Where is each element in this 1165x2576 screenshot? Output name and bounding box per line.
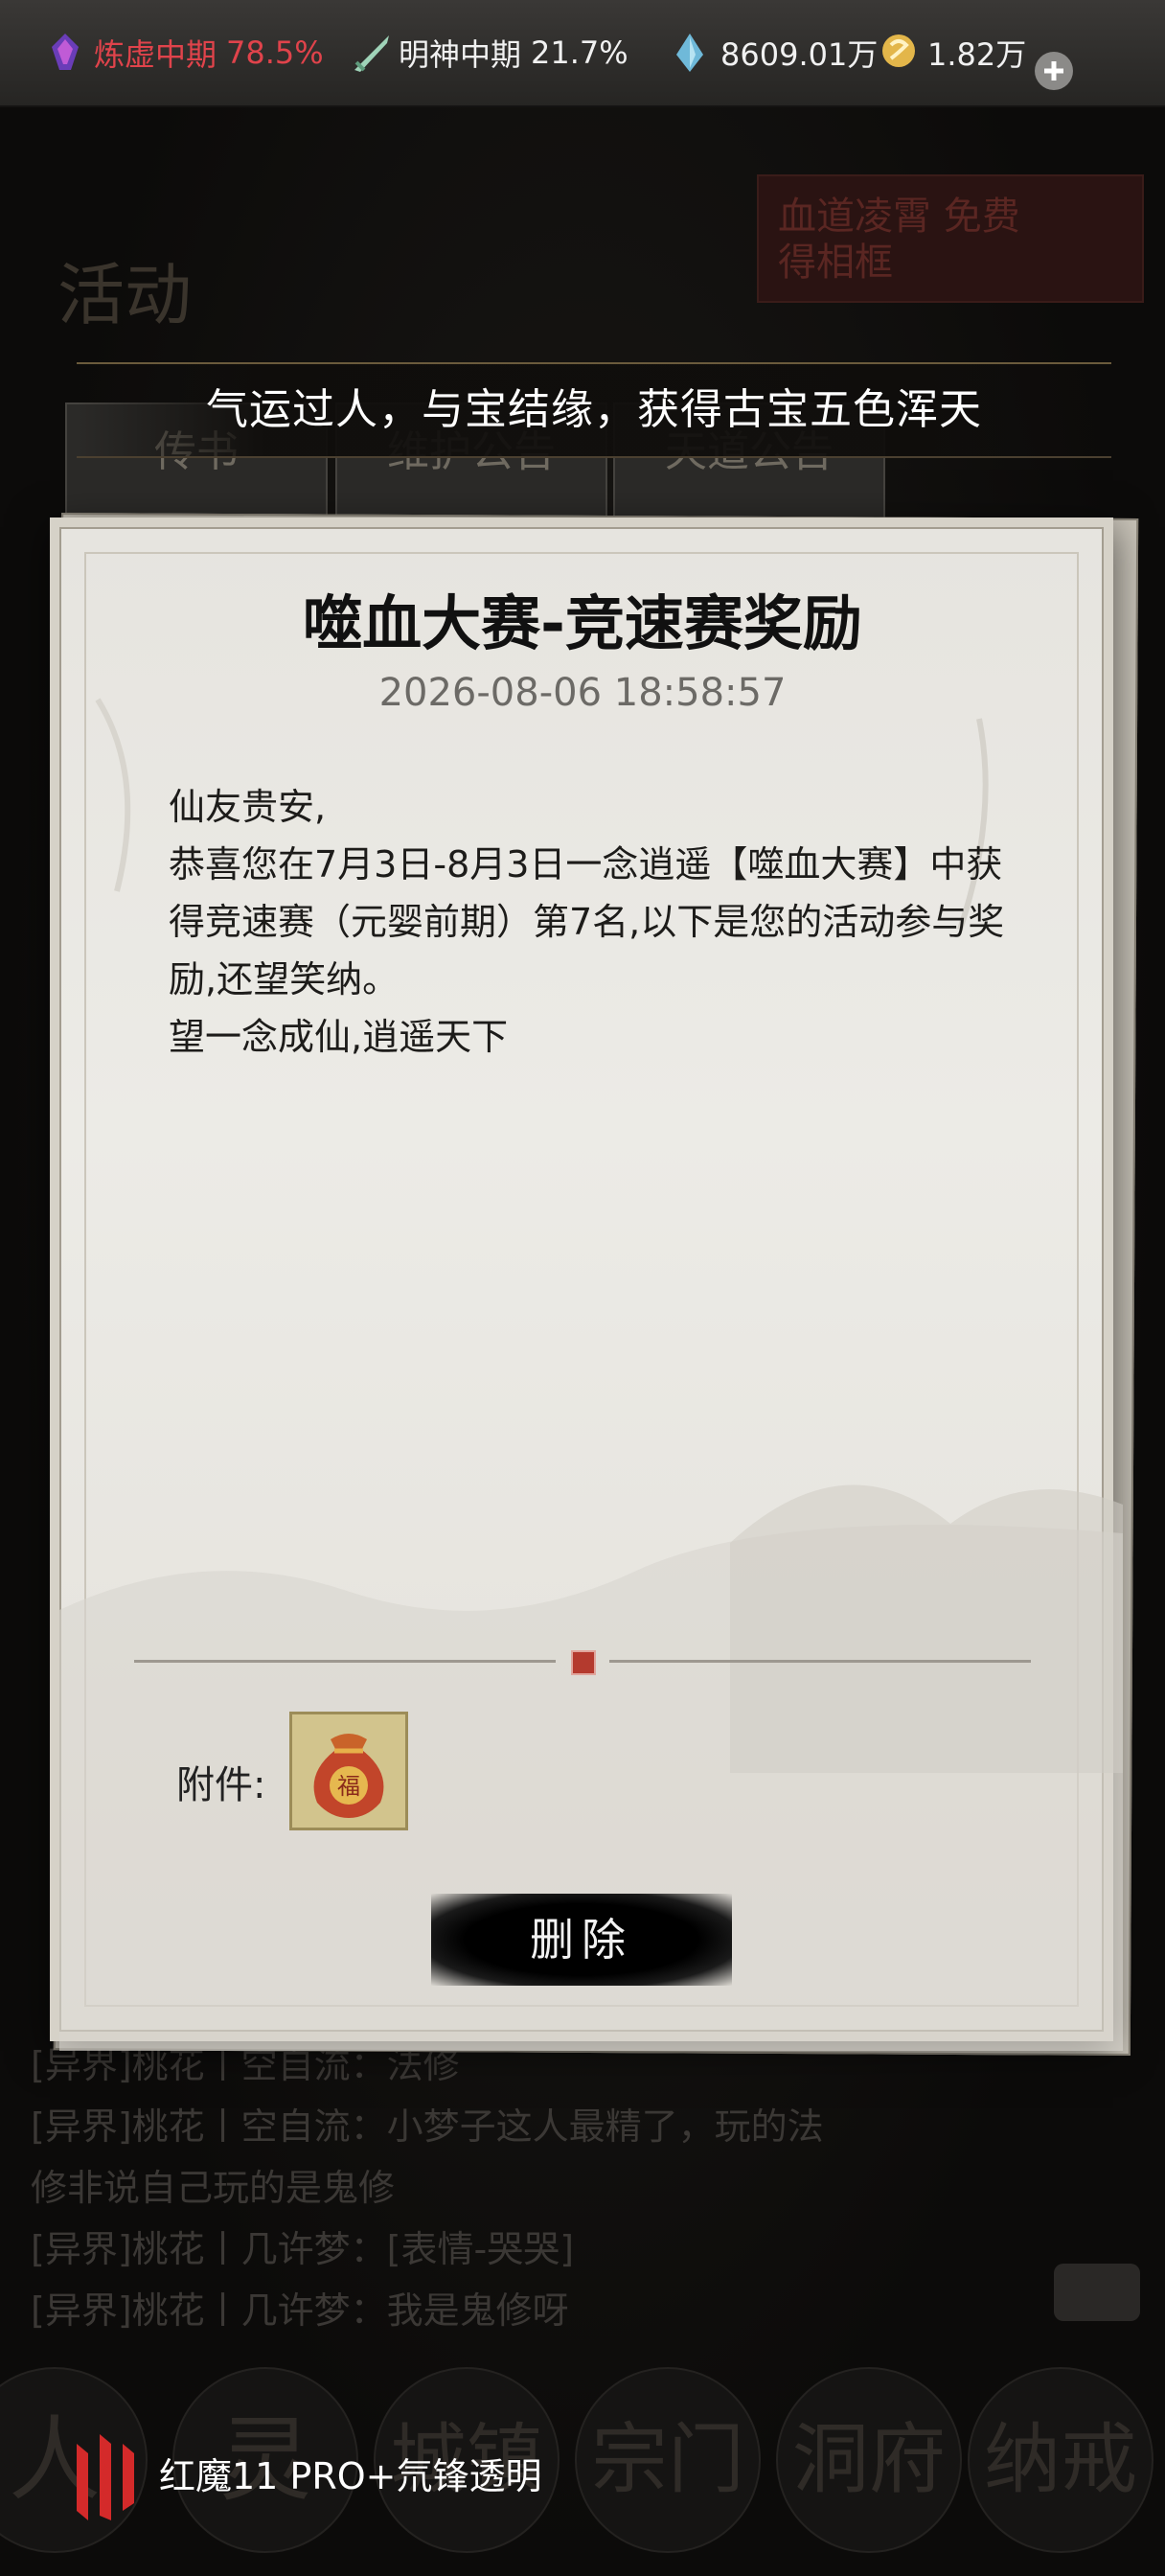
mail-content: 恭喜您在7月3日-8月3日一念逍遥【噬血大赛】中获得竞速赛（元婴前期）第7名,以… [169, 843, 1005, 1000]
mail-panel [50, 518, 1123, 2051]
soul-label: 明神中期 [399, 36, 522, 73]
activity-label: 活动 [57, 256, 192, 334]
ink-landscape-decoration [59, 698, 1123, 2051]
attachment-label: 附件: [176, 1763, 266, 1807]
gold-coin-icon [879, 32, 918, 74]
mail-closing: 望一念成仙,逍遥天下 [169, 1016, 509, 1058]
divider-left [134, 1660, 556, 1663]
gold-stat[interactable]: 1.82万 [879, 29, 1026, 77]
cultivation-value: 78.5% [226, 34, 324, 71]
chat-bubble-icon[interactable] [1054, 2264, 1140, 2321]
cultivation-label: 炼虚中期 [94, 36, 217, 73]
broadcast-banner: 气运过人，与宝结缘，获得古宝五色浑天 [77, 362, 1111, 458]
soul-value: 21.7% [531, 34, 628, 71]
nav-ghost: 宗门 [575, 2367, 761, 2553]
mail-date: 2026-08-06 18:58:57 [378, 671, 787, 715]
divider-right [609, 1660, 1031, 1663]
mail-body: 仙友贵安, 恭喜您在7月3日-8月3日一念逍遥【噬血大赛】中获得竞速赛（元婴前期… [169, 778, 1012, 1066]
mail-title: 噬血大赛-竞速赛奖励 [303, 588, 862, 658]
plus-icon[interactable] [1035, 52, 1073, 90]
nav-ghost: 洞府 [776, 2367, 962, 2553]
promo-text: 血道凌霄 免费得相框 [778, 195, 1020, 285]
chat-line: 修非说自己玩的是鬼修 [31, 2167, 396, 2209]
device-watermark: 红魔11 PRO+氘锋透明 [67, 2425, 542, 2520]
spirit-crystal-icon [673, 32, 711, 74]
nav-ghost: 纳戒 [968, 2367, 1154, 2553]
fortune-bag-icon: 福 [313, 1734, 384, 1818]
soul-stat[interactable]: 明神中期 21.7% [351, 29, 628, 77]
gold-value: 1.82万 [927, 36, 1027, 73]
chat-line: [异界]桃花丨几许梦：[表情-哭哭] [31, 2228, 575, 2270]
cultivation-spirit-icon [46, 32, 84, 74]
chat-line: [异界]桃花丨几许梦：我是鬼修呀 [31, 2289, 569, 2332]
top-status-bar: 炼虚中期 78.5% 明神中期 21.7% 8609.01万 1.82万 [0, 0, 1165, 107]
seal-stamp-icon [571, 1650, 596, 1675]
spirit-stone-value: 8609.01万 [720, 36, 879, 73]
redmagic-logo-icon [77, 2434, 134, 2520]
attachment-slot[interactable]: 福 [289, 1712, 408, 1830]
broadcast-text: 气运过人，与宝结缘，获得古宝五色浑天 [206, 385, 982, 434]
watermark-text: 红魔11 PRO+氘锋透明 [159, 2454, 542, 2497]
mail-greeting: 仙友贵安, [169, 786, 327, 828]
chat-line: [异界]桃花丨空自流：小梦子这人最精了，玩的法 [31, 2105, 824, 2148]
promo-banner[interactable]: 血道凌霄 免费得相框 [757, 174, 1144, 303]
fortune-character: 福 [337, 1773, 360, 1800]
spirit-stone-stat[interactable]: 8609.01万 [673, 29, 878, 77]
delete-button[interactable]: 删除 [431, 1894, 732, 1986]
cultivation-stat[interactable]: 炼虚中期 78.5% [46, 29, 324, 77]
sword-icon [351, 32, 389, 74]
